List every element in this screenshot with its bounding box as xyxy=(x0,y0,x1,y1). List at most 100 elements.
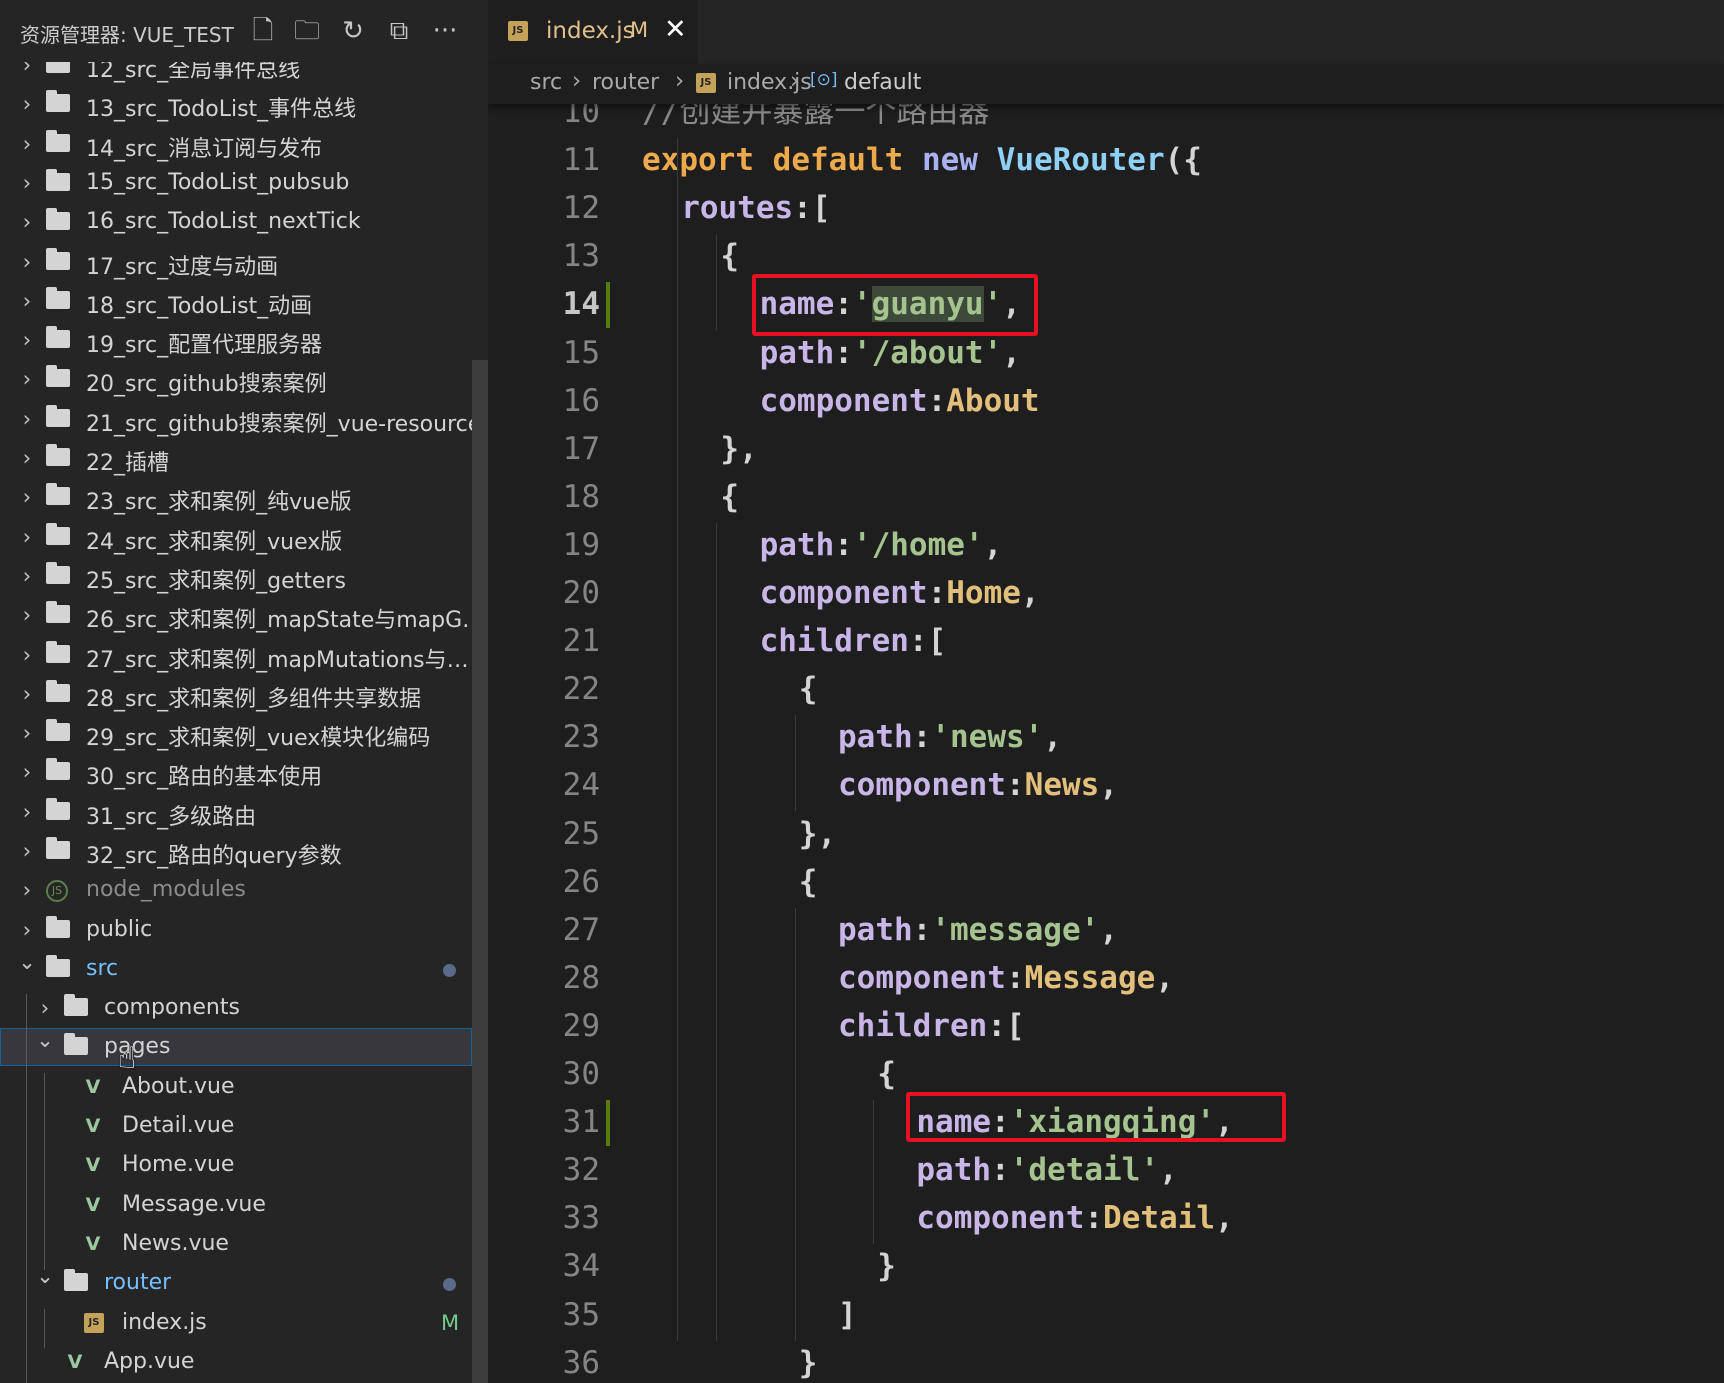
code-line[interactable]: { xyxy=(799,665,818,713)
folder-src[interactable]: ⌄ src xyxy=(0,950,472,988)
code-line[interactable]: component:Detail, xyxy=(916,1194,1233,1242)
code-line[interactable]: { xyxy=(720,232,739,280)
folder-item[interactable]: › 22_插槽 xyxy=(0,439,472,477)
new-folder-icon[interactable]: 🗀 xyxy=(290,14,324,48)
code-line[interactable]: children:[ xyxy=(760,617,947,665)
chevron-right-icon[interactable]: › xyxy=(17,485,37,509)
folder-item[interactable]: › 31_src_多级路由 xyxy=(0,793,472,831)
folder-pages[interactable]: ⌄ pages xyxy=(0,1028,472,1066)
folder-router[interactable]: ⌄ router xyxy=(0,1264,472,1302)
chevron-right-icon[interactable]: › xyxy=(17,603,37,627)
code-token: : xyxy=(834,335,853,371)
file-item[interactable]: V Detail.vue xyxy=(0,1107,472,1145)
line-number: 14 xyxy=(562,286,600,322)
chevron-right-icon[interactable]: › xyxy=(17,328,37,352)
code-line[interactable]: } xyxy=(799,1339,818,1383)
folder-item[interactable]: › 13_src_TodoList_事件总线 xyxy=(0,85,472,123)
folder-item[interactable]: › 25_src_求和案例_getters xyxy=(0,557,472,595)
chevron-right-icon[interactable]: › xyxy=(17,407,37,431)
chevron-right-icon[interactable]: › xyxy=(17,525,37,549)
tab-bar: JS index.js M ✕ xyxy=(488,0,1724,64)
collapse-all-icon[interactable]: ⧉ xyxy=(382,14,416,48)
chevron-right-icon[interactable]: › xyxy=(17,721,37,745)
folder-components[interactable]: › components xyxy=(0,989,472,1027)
code-line[interactable]: component:News, xyxy=(838,761,1118,809)
tab-index-js[interactable]: JS index.js M ✕ xyxy=(488,0,698,64)
file-item[interactable]: V Message.vue xyxy=(0,1186,472,1224)
chevron-right-icon[interactable]: › xyxy=(17,250,37,274)
folder-item[interactable]: › 30_src_路由的基本使用 xyxy=(0,753,472,791)
chevron-down-icon[interactable]: ⌄ xyxy=(17,950,37,974)
code-line[interactable]: path:'/about', xyxy=(760,329,1021,377)
chevron-right-icon[interactable]: › xyxy=(17,289,37,313)
breadcrumb-symbol[interactable]: default xyxy=(844,70,921,95)
chevron-right-icon[interactable]: › xyxy=(17,839,37,863)
code-line[interactable]: path:'/home', xyxy=(760,521,1003,569)
code-line[interactable]: path:'detail', xyxy=(916,1146,1177,1194)
folder-item[interactable]: › 32_src_路由的query参数 xyxy=(0,832,472,870)
folder-item[interactable]: › 16_src_TodoList_nextTick xyxy=(0,203,472,241)
chevron-down-icon[interactable]: ⌄ xyxy=(35,1264,55,1288)
code-line[interactable]: routes:[ xyxy=(681,184,830,232)
code-line[interactable]: { xyxy=(720,473,739,521)
folder-item[interactable]: › 21_src_github搜索案例_vue-resource xyxy=(0,400,481,438)
folder-item[interactable]: › 26_src_求和案例_mapState与mapGetters xyxy=(0,596,486,634)
chevron-right-icon[interactable]: › xyxy=(17,171,37,195)
chevron-down-icon[interactable]: ⌄ xyxy=(35,1028,55,1052)
chevron-right-icon[interactable]: › xyxy=(17,132,37,156)
refresh-icon[interactable]: ↻ xyxy=(336,14,370,48)
folder-item[interactable]: › 19_src_配置代理服务器 xyxy=(0,321,472,359)
sidebar-scrollbar[interactable] xyxy=(472,360,488,1383)
close-icon[interactable]: ✕ xyxy=(664,14,687,45)
chevron-right-icon[interactable]: › xyxy=(17,643,37,667)
file-index-js[interactable]: JS index.js M xyxy=(0,1304,472,1342)
line-number: 21 xyxy=(562,623,600,659)
code-line[interactable]: children:[ xyxy=(838,1002,1025,1050)
folder-item[interactable]: › 20_src_github搜索案例 xyxy=(0,360,472,398)
code-line[interactable]: component:About xyxy=(760,377,1040,425)
chevron-right-icon[interactable]: › xyxy=(17,760,37,784)
chevron-right-icon[interactable]: › xyxy=(17,918,37,942)
code-line[interactable]: }, xyxy=(720,425,757,473)
file-item[interactable]: V About.vue xyxy=(0,1068,472,1106)
chevron-right-icon[interactable]: › xyxy=(17,367,37,391)
chevron-right-icon[interactable]: › xyxy=(17,682,37,706)
chevron-right-icon[interactable]: › xyxy=(17,210,37,234)
symbol-icon: [⊙] xyxy=(810,70,838,90)
code-line[interactable]: }, xyxy=(799,810,836,858)
folder-node-modules[interactable]: › JS node_modules xyxy=(0,871,472,909)
breadcrumb-src[interactable]: src xyxy=(530,70,562,95)
chevron-right-icon[interactable]: › xyxy=(35,996,55,1020)
chevron-right-icon[interactable]: › xyxy=(17,800,37,824)
code-line[interactable]: { xyxy=(799,858,818,906)
folder-item[interactable]: › 24_src_求和案例_vuex版 xyxy=(0,518,472,556)
folder-item[interactable]: › 27_src_求和案例_mapMutations与mapActions xyxy=(0,636,486,674)
chevron-right-icon[interactable]: › xyxy=(17,446,37,470)
file-item[interactable]: V Home.vue xyxy=(0,1146,472,1184)
folder-item[interactable]: › 23_src_求和案例_纯vue版 xyxy=(0,478,472,516)
chevron-right-icon[interactable]: › xyxy=(17,92,37,116)
chevron-right-icon[interactable]: › xyxy=(17,564,37,588)
code-line[interactable]: path:'message', xyxy=(838,906,1118,954)
code-line[interactable]: export default new VueRouter({ xyxy=(642,136,1202,184)
code-line[interactable]: } xyxy=(877,1242,896,1290)
code-line[interactable]: path:'news', xyxy=(838,713,1062,761)
file-app-vue[interactable]: V App.vue xyxy=(0,1343,472,1381)
code-line[interactable]: component:Home, xyxy=(760,569,1040,617)
new-file-icon[interactable]: 🗋 xyxy=(246,14,280,48)
folder-public[interactable]: › public xyxy=(0,911,472,949)
folder-item[interactable]: › 17_src_过度与动画 xyxy=(0,243,472,281)
line-number: 32 xyxy=(562,1152,600,1188)
breadcrumb-router[interactable]: router xyxy=(592,70,659,95)
folder-item[interactable]: › 15_src_TodoList_pubsub xyxy=(0,164,472,202)
folder-item[interactable]: › 28_src_求和案例_多组件共享数据 xyxy=(0,675,472,713)
folder-item[interactable]: › 29_src_求和案例_vuex模块化编码 xyxy=(0,714,472,752)
code-line[interactable]: ] xyxy=(838,1291,857,1339)
more-actions-icon[interactable]: ··· xyxy=(428,14,462,48)
folder-item[interactable]: › 14_src_消息订阅与发布 xyxy=(0,125,472,163)
folder-item[interactable]: › 18_src_TodoList_动画 xyxy=(0,282,472,320)
file-item[interactable]: V News.vue xyxy=(0,1225,472,1263)
code-line[interactable]: { xyxy=(877,1050,896,1098)
code-line[interactable]: component:Message, xyxy=(838,954,1174,1002)
chevron-right-icon[interactable]: › xyxy=(17,878,37,902)
